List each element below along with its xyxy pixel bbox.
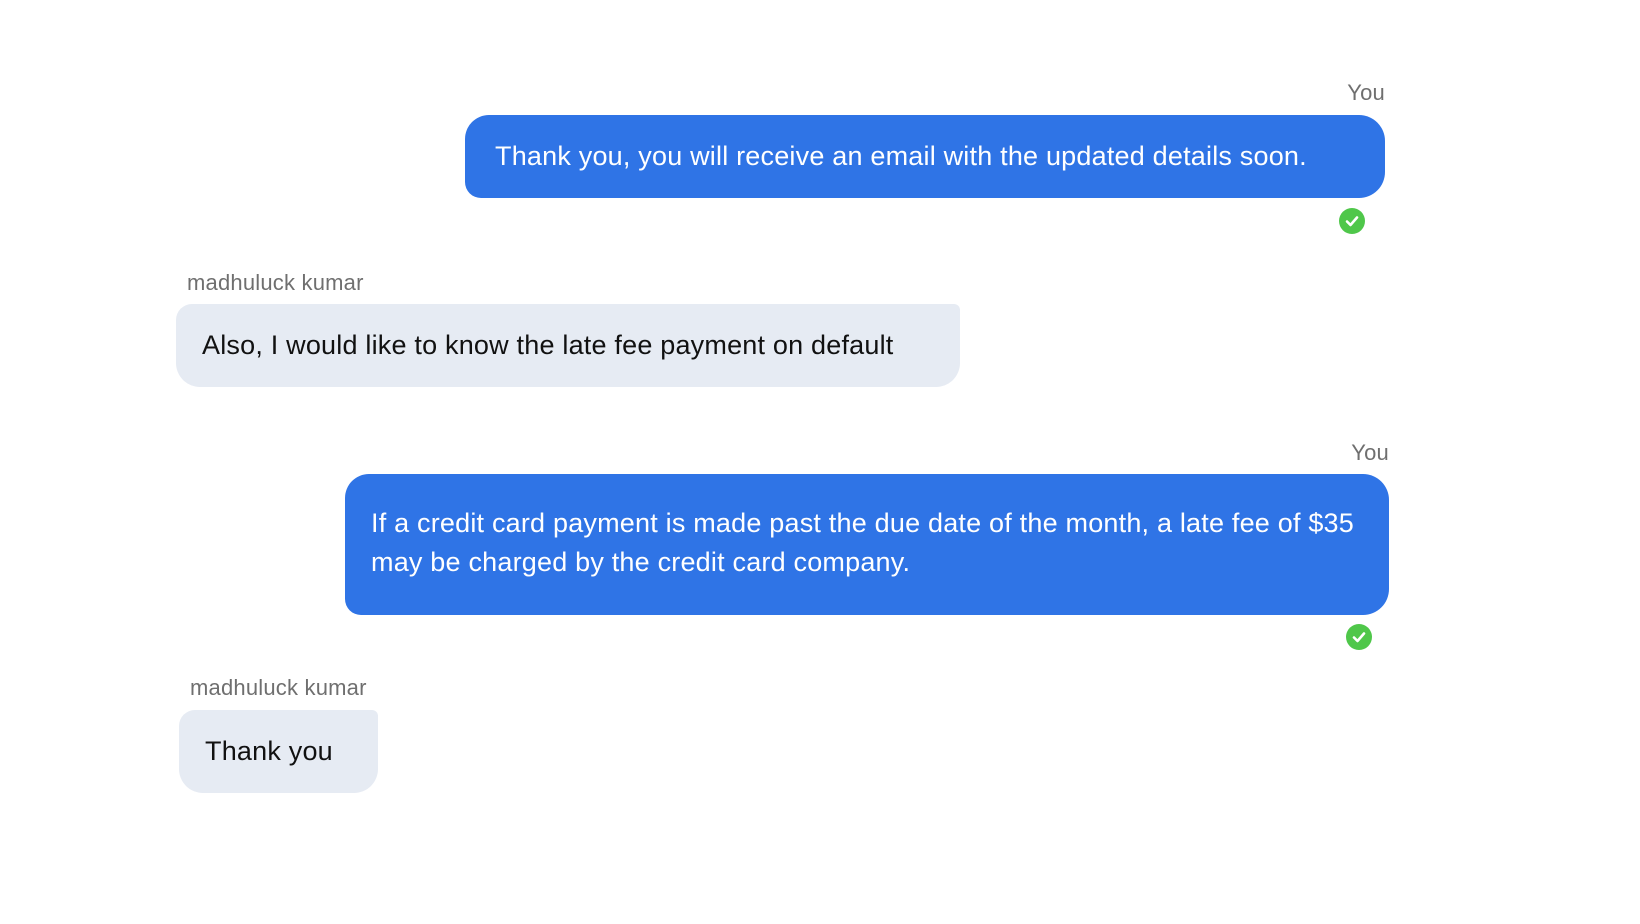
sender-label: You: [1347, 80, 1385, 105]
chat-thread: You Thank you, you will receive an email…: [0, 0, 1640, 924]
message-text: Thank you: [205, 736, 333, 766]
message-bubble-outgoing[interactable]: If a credit card payment is made past th…: [345, 474, 1389, 615]
message-text: Thank you, you will receive an email wit…: [495, 141, 1307, 171]
message-bubble-outgoing[interactable]: Thank you, you will receive an email wit…: [465, 115, 1385, 198]
message-text: If a credit card payment is made past th…: [371, 508, 1354, 577]
message-text: Also, I would like to know the late fee …: [202, 330, 894, 360]
sender-label: madhuluck kumar: [187, 270, 364, 295]
sender-label: You: [1351, 440, 1389, 465]
check-circle-icon: [1339, 208, 1365, 234]
message-bubble-incoming[interactable]: Thank you: [179, 710, 378, 793]
sender-label: madhuluck kumar: [190, 675, 367, 700]
check-circle-icon: [1346, 624, 1372, 650]
message-bubble-incoming[interactable]: Also, I would like to know the late fee …: [176, 304, 960, 387]
